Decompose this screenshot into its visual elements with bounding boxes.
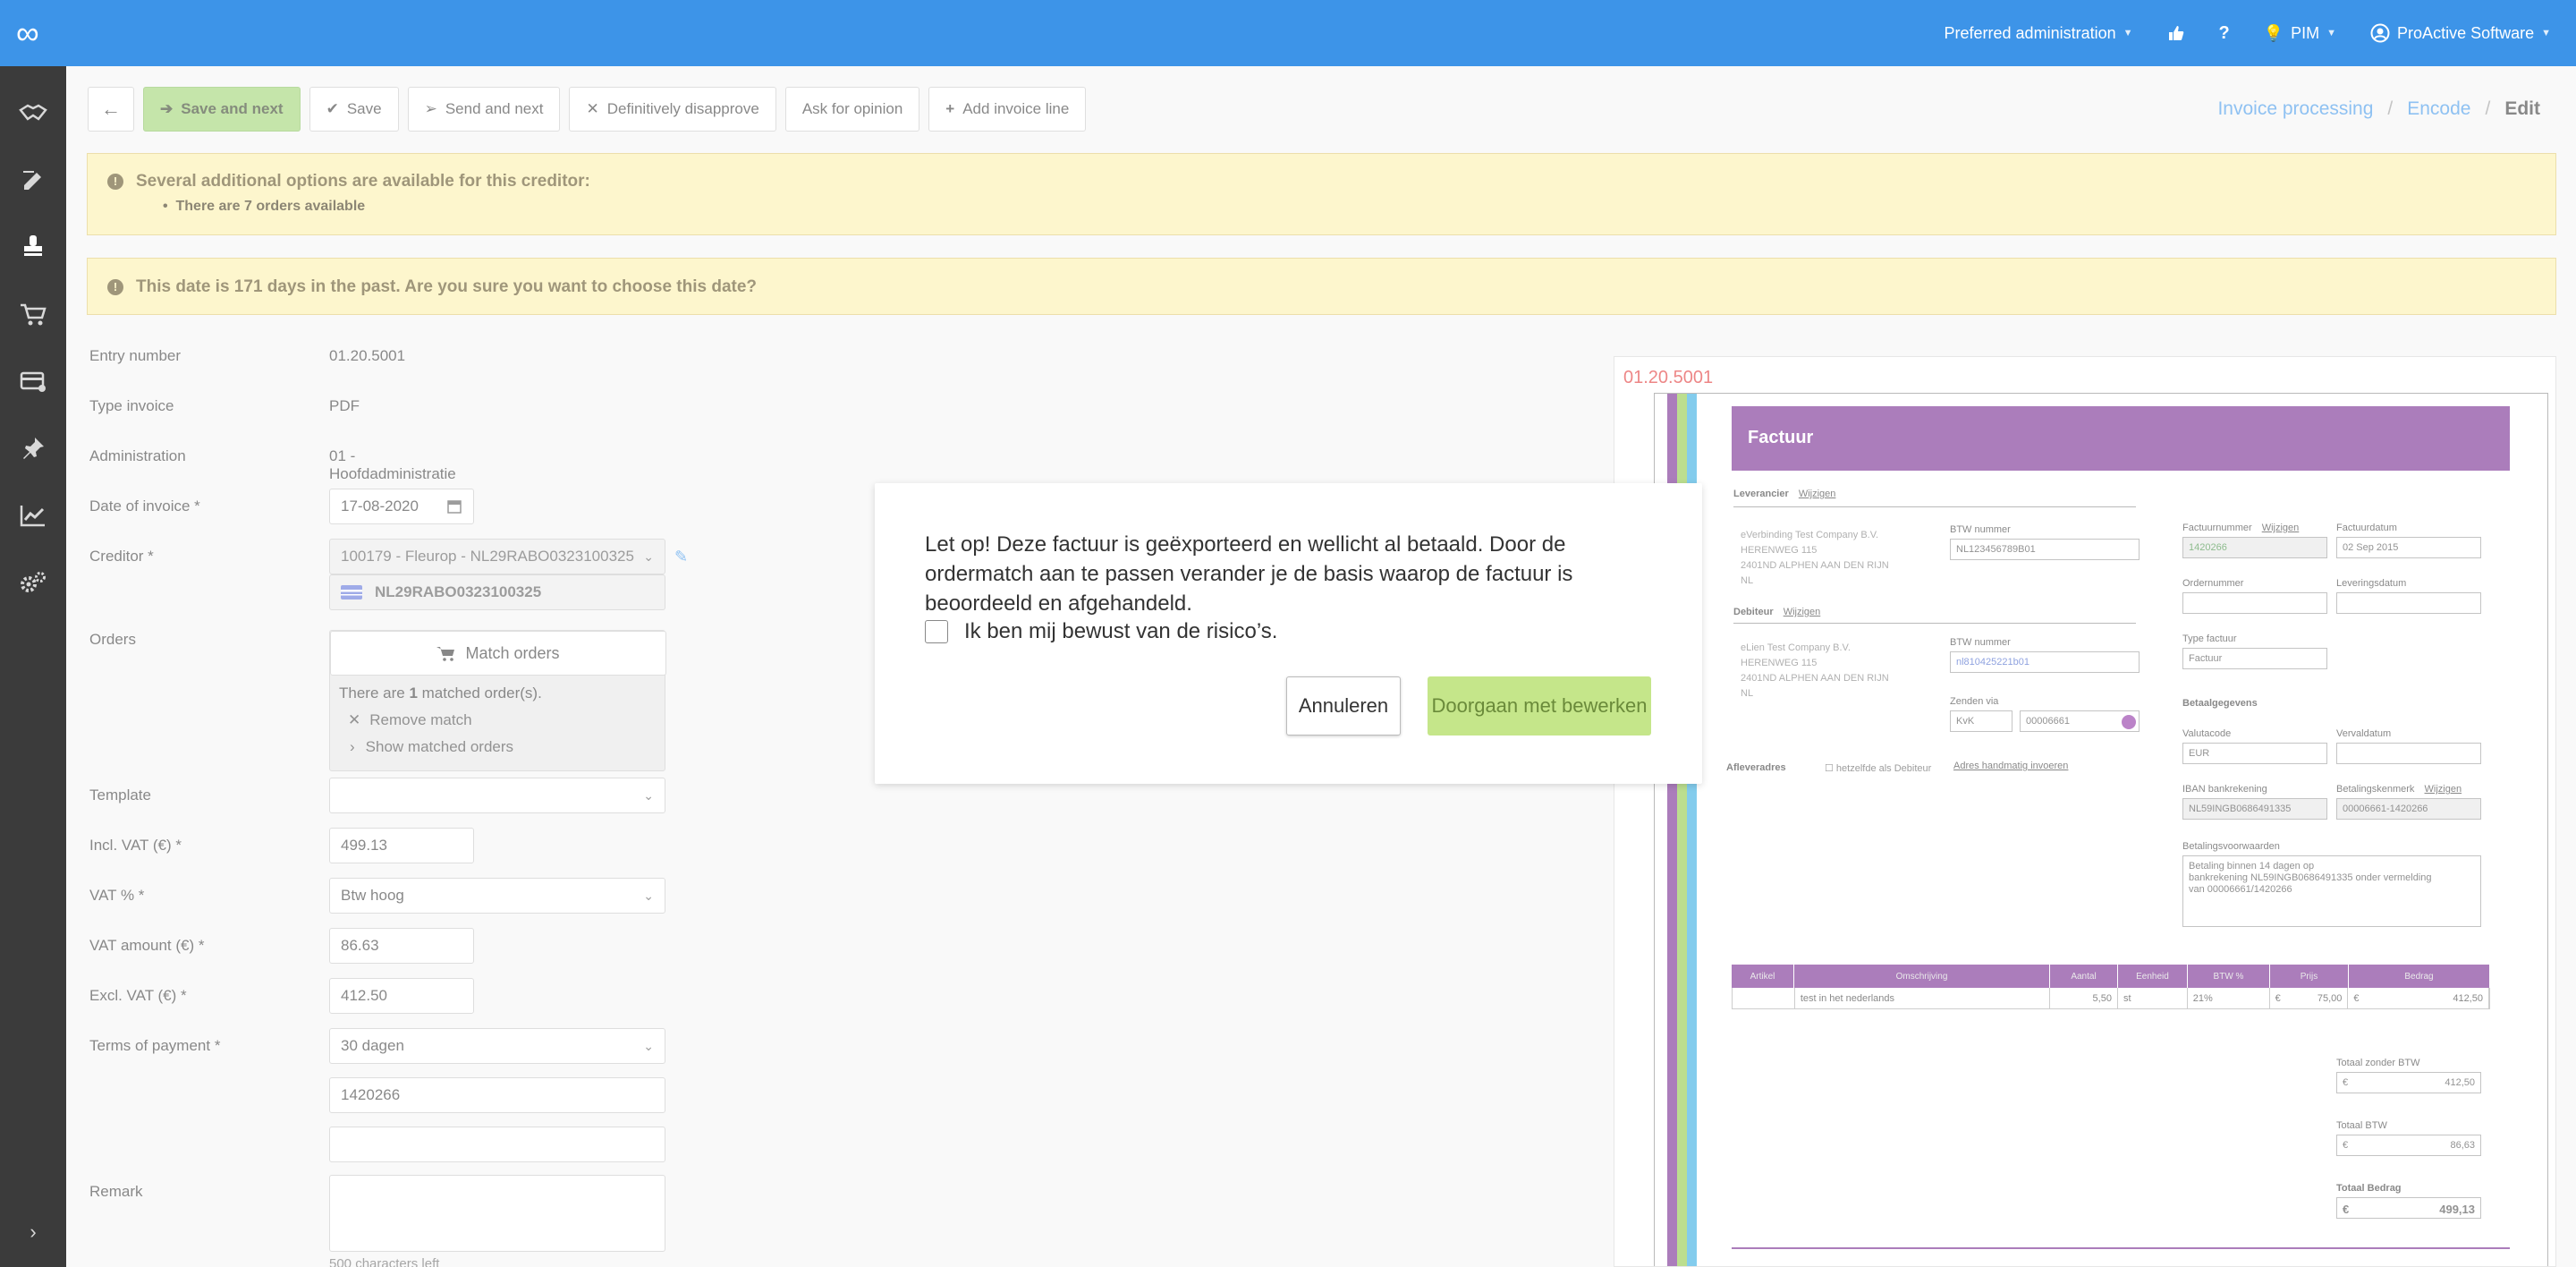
lightbulb-icon: 💡 xyxy=(2263,23,2284,42)
cart-icon[interactable] xyxy=(0,282,66,348)
handshake-icon[interactable] xyxy=(0,81,66,147)
preferred-administration-label: Preferred administration xyxy=(1944,23,2116,42)
line-chart-icon[interactable] xyxy=(0,482,66,548)
pim-label: PIM xyxy=(2291,23,2320,42)
infinity-logo-icon[interactable]: ∞ xyxy=(16,17,39,49)
invoice-card-icon[interactable] xyxy=(0,349,66,415)
top-nav: Preferred administration ▼ ? 💡 PIM ▼ ProAct… xyxy=(1945,0,2551,66)
checkbox-box[interactable] xyxy=(925,620,948,643)
checkbox-label: Ik ben mij bewust van de risico’s. xyxy=(964,619,1278,643)
settings-gears-icon[interactable] xyxy=(0,549,66,616)
pin-icon[interactable] xyxy=(0,415,66,481)
user-circle-icon xyxy=(2370,23,2390,43)
edit-icon[interactable] xyxy=(0,148,66,214)
continue-editing-button[interactable]: Doorgaan met bewerken xyxy=(1428,676,1651,736)
sidebar: › xyxy=(0,66,66,1267)
user-menu[interactable]: ProActive Software ▼ xyxy=(2370,23,2551,43)
stamp-icon[interactable] xyxy=(0,213,66,279)
chevron-down-icon: ▼ xyxy=(2326,28,2337,38)
preferred-administration-menu[interactable]: Preferred administration ▼ xyxy=(1945,24,2133,43)
chevron-down-icon: ▼ xyxy=(2541,28,2551,38)
top-bar: ∞ Preferred administration ▼ ? 💡 PIM ▼ ProA… xyxy=(0,0,2576,66)
thumbs-up-icon[interactable] xyxy=(2167,24,2185,42)
help-icon[interactable]: ? xyxy=(2219,23,2230,44)
risk-acknowledge-checkbox[interactable]: Ik ben mij bewust van de risico’s. xyxy=(925,619,1277,644)
pim-menu[interactable]: 💡 PIM ▼ xyxy=(2264,24,2336,43)
dialog-message: Let op! Deze factuur is geëxporteerd en … xyxy=(925,532,1573,616)
expand-sidebar-chevron-icon[interactable]: › xyxy=(0,1199,66,1265)
ordermatch-warning-dialog: Let op! Deze factuur is geëxporteerd en … xyxy=(875,483,1702,784)
cancel-button[interactable]: Annuleren xyxy=(1286,676,1401,736)
user-name: ProActive Software xyxy=(2397,23,2535,42)
chevron-down-icon: ▼ xyxy=(2123,28,2133,38)
